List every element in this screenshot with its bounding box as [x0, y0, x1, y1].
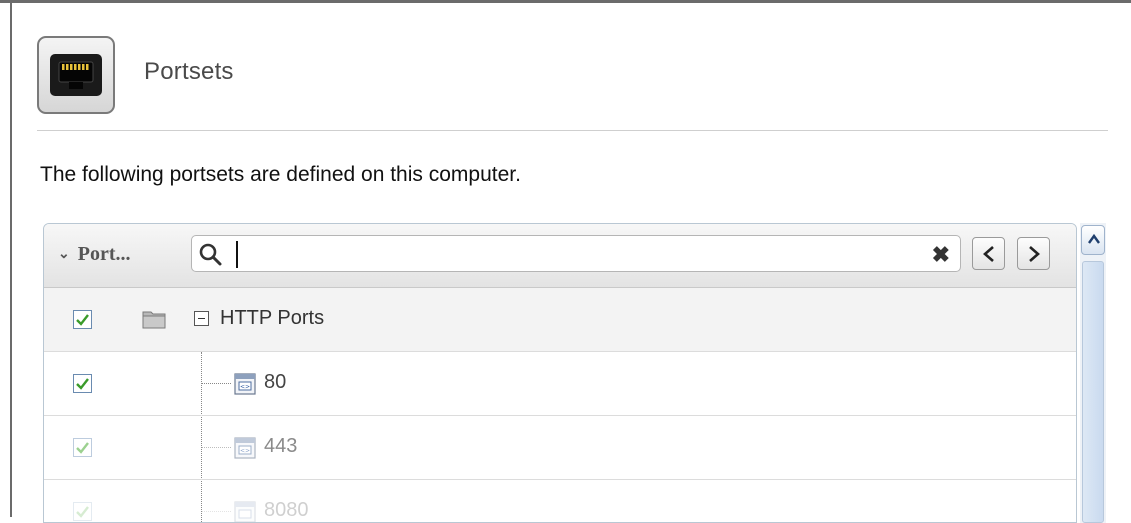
scroll-thumb[interactable]	[1082, 261, 1104, 523]
row-checkbox[interactable]	[73, 502, 92, 521]
row-checkbox[interactable]	[73, 310, 92, 329]
grid-toolbar: ⌄ Port... ✖	[44, 224, 1076, 288]
page-title: Portsets	[144, 58, 234, 85]
checkmark-icon	[76, 442, 89, 454]
search-icon	[199, 243, 222, 266]
port-label: 8080	[264, 499, 309, 521]
tree-row-group[interactable]: HTTP Ports	[44, 288, 1076, 352]
row-checkbox[interactable]	[73, 438, 92, 457]
group-label: HTTP Ports	[220, 307, 325, 329]
header-divider	[37, 130, 1108, 131]
chevron-down-icon: ⌄	[58, 247, 70, 262]
checkmark-icon	[76, 378, 89, 390]
port-entry-icon: <>	[234, 373, 256, 395]
previous-match-button[interactable]	[972, 237, 1005, 270]
portsets-grid: ⌄ Port... ✖ HTTP Ports <> 80 <> 443 8080	[43, 223, 1077, 523]
chevron-left-icon	[983, 246, 994, 262]
port-entry-icon	[234, 501, 256, 522]
page-description: The following portsets are defined on th…	[40, 163, 521, 186]
port-label: 80	[264, 371, 287, 393]
clear-search-icon[interactable]: ✖	[932, 242, 950, 268]
svg-text:<>: <>	[240, 448, 250, 455]
window-left-border	[10, 0, 12, 517]
column-toggle-label: Port...	[77, 243, 131, 265]
network-port-icon	[37, 36, 115, 114]
search-input[interactable]	[236, 241, 904, 268]
window-top-border	[0, 0, 1131, 3]
tree-branch-line	[201, 511, 231, 512]
tree-row-item[interactable]: <> 443	[44, 416, 1076, 480]
svg-text:<>: <>	[240, 384, 250, 391]
next-match-button[interactable]	[1017, 237, 1050, 270]
chevron-up-icon	[1088, 233, 1100, 244]
scroll-up-button[interactable]	[1081, 225, 1105, 255]
tree-branch-line	[201, 383, 231, 384]
tree-branch-line	[201, 447, 231, 448]
vertical-scrollbar[interactable]	[1080, 223, 1106, 523]
column-toggle-button[interactable]: ⌄ Port...	[58, 243, 131, 266]
folder-icon	[142, 311, 166, 329]
collapse-toggle-icon[interactable]	[194, 311, 209, 326]
search-box[interactable]: ✖	[191, 235, 961, 272]
checkmark-icon	[76, 314, 89, 326]
chevron-right-icon	[1029, 246, 1040, 262]
tree-row-item[interactable]: <> 80	[44, 352, 1076, 416]
port-entry-icon: <>	[234, 437, 256, 459]
row-checkbox[interactable]	[73, 374, 92, 393]
port-label: 443	[264, 435, 298, 457]
